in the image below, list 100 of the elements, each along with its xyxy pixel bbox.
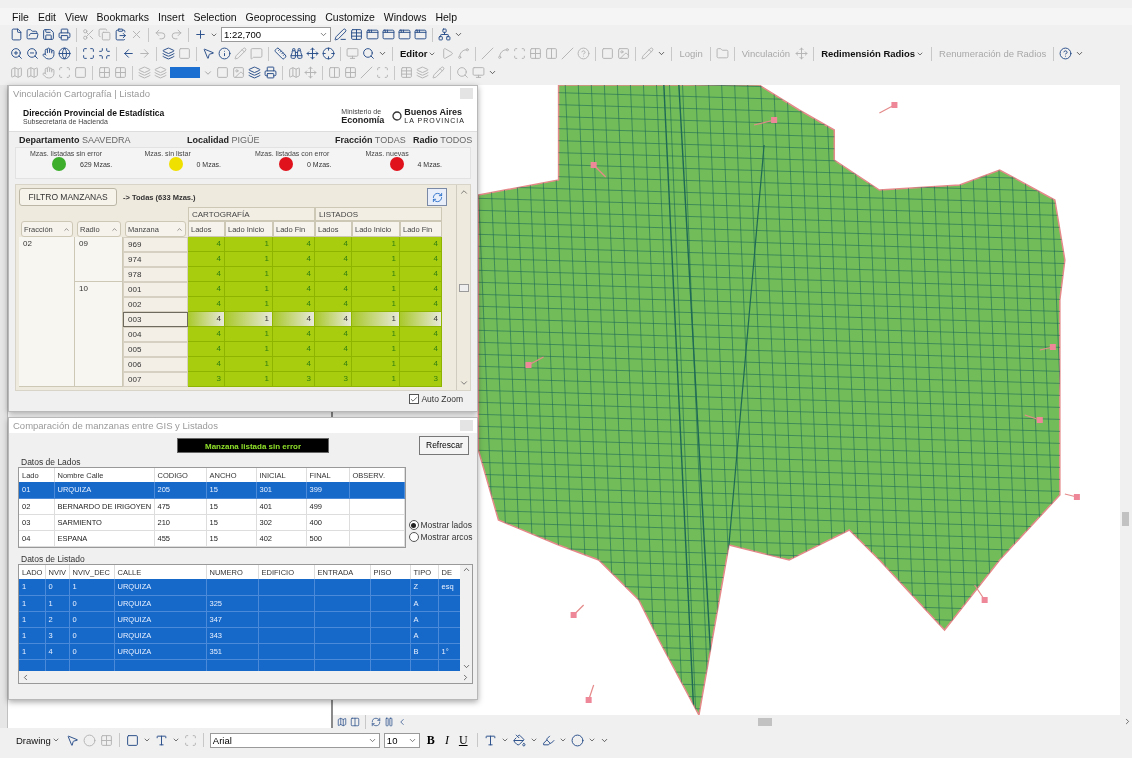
play-icon[interactable]: [441, 47, 455, 60]
toolbar-overflow-icon[interactable]: [488, 68, 497, 77]
columns-icon[interactable]: [545, 47, 559, 60]
menu-item[interactable]: Geoprocessing: [245, 10, 317, 23]
folder-icon[interactable]: [26, 28, 39, 41]
side-panel-tab[interactable]: [0, 85, 8, 728]
pointer-icon[interactable]: [65, 733, 79, 747]
printer-icon[interactable]: [264, 66, 277, 79]
checkbox[interactable]: [409, 394, 420, 404]
square-icon[interactable]: [216, 66, 229, 79]
expand-icon[interactable]: [82, 47, 95, 60]
speech-bubble-icon[interactable]: [250, 47, 263, 60]
filter-button[interactable]: FILTRO MANZANAS: [19, 188, 117, 206]
window-icon[interactable]: [366, 28, 379, 41]
color-swatch[interactable]: [170, 67, 200, 78]
scissors-icon[interactable]: [82, 28, 95, 41]
arrow-up-icon[interactable]: [461, 565, 471, 574]
window-icon[interactable]: [398, 28, 411, 41]
font-dropdown[interactable]: Arial: [209, 732, 380, 748]
table-cell[interactable]: 004: [123, 327, 188, 342]
network-icon[interactable]: [438, 28, 451, 41]
text-icon[interactable]: [154, 733, 168, 747]
pause-icon[interactable]: [384, 716, 394, 727]
plus-icon[interactable]: [194, 28, 207, 41]
arrow-down-icon[interactable]: [461, 662, 471, 671]
map-icon[interactable]: [337, 716, 347, 727]
radio-button[interactable]: [408, 520, 419, 530]
menu-item[interactable]: Insert: [158, 10, 185, 23]
toolbar-overflow-icon[interactable]: [378, 49, 387, 58]
arrow-left-icon[interactable]: [21, 672, 30, 682]
shadow-color-icon[interactable]: [570, 733, 584, 747]
move-icon[interactable]: [306, 47, 319, 60]
text-style-button[interactable]: U: [455, 732, 471, 748]
toolbar-overflow-icon[interactable]: [1075, 49, 1085, 58]
drawing-menu-button[interactable]: Drawing: [14, 734, 62, 746]
refresh-button[interactable]: Refrescar: [419, 435, 469, 455]
arrow-up-icon[interactable]: [458, 187, 469, 197]
caret-icon[interactable]: [142, 736, 151, 744]
table-cell[interactable]: 978: [123, 267, 188, 282]
menu-item[interactable]: Bookmarks: [96, 10, 150, 23]
line-icon[interactable]: [360, 66, 373, 79]
table-cell[interactable]: 002: [123, 297, 188, 312]
collapse-icon[interactable]: [98, 47, 111, 60]
radio-button[interactable]: [408, 532, 419, 542]
toolbar-overflow-icon[interactable]: [454, 30, 463, 39]
clipboard-icon[interactable]: [114, 28, 127, 41]
zoom-out-icon[interactable]: [26, 47, 39, 60]
grid-icon[interactable]: [344, 66, 357, 79]
font-size-dropdown[interactable]: 10: [383, 732, 420, 748]
menu-item[interactable]: Customize: [325, 10, 375, 23]
scan-icon[interactable]: [513, 47, 527, 60]
table-cell[interactable]: 003: [123, 312, 188, 327]
grid-icon[interactable]: [529, 47, 543, 60]
toolbar-button[interactable]: Editor: [398, 48, 439, 59]
line-icon[interactable]: [481, 47, 495, 60]
help-icon[interactable]: [1059, 47, 1073, 60]
refresh-icon[interactable]: [371, 716, 381, 727]
image-icon[interactable]: [617, 47, 631, 60]
font-color-icon[interactable]: [483, 733, 497, 747]
arrow-right-icon[interactable]: [1123, 717, 1132, 726]
square-icon[interactable]: [601, 47, 615, 60]
zoom-in-icon[interactable]: [10, 47, 23, 60]
arrow-down-icon[interactable]: [458, 378, 469, 388]
menu-item[interactable]: File: [12, 10, 29, 23]
layers-icon[interactable]: [162, 47, 175, 60]
arrow-left-icon[interactable]: [122, 47, 135, 60]
info-icon[interactable]: [218, 47, 231, 60]
auto-zoom-checkbox[interactable]: Auto Zoom: [409, 394, 463, 404]
save-icon[interactable]: [42, 28, 55, 41]
caret-icon[interactable]: [500, 736, 509, 744]
scrollbar[interactable]: [460, 565, 472, 671]
grid-icon[interactable]: [114, 66, 127, 79]
globe-icon[interactable]: [58, 47, 71, 60]
menu-item[interactable]: Selection: [193, 10, 237, 23]
arrow-right-icon[interactable]: [461, 672, 470, 682]
table-icon[interactable]: [350, 28, 363, 41]
text-style-button[interactable]: I: [441, 732, 452, 748]
ruler-icon[interactable]: [274, 47, 287, 60]
table-cell[interactable]: 969: [123, 237, 188, 252]
printer-icon[interactable]: [58, 28, 71, 41]
table-cell[interactable]: 001: [123, 282, 188, 297]
radio-option[interactable]: Mostrar arcos: [408, 532, 473, 542]
search-icon[interactable]: [362, 47, 375, 60]
scrollbar[interactable]: [19, 671, 472, 683]
refresh-button[interactable]: [427, 188, 447, 206]
rectangle-icon[interactable]: [125, 733, 139, 747]
text-style-button[interactable]: B: [423, 732, 438, 748]
table-cell[interactable]: 007: [123, 372, 188, 387]
scrollbar-thumb[interactable]: [458, 283, 469, 292]
scan-icon[interactable]: [58, 66, 71, 79]
radio-option[interactable]: Mostrar lados: [408, 520, 473, 530]
menu-item[interactable]: Edit: [37, 10, 56, 23]
hand-icon[interactable]: [42, 47, 55, 60]
document-icon[interactable]: [10, 28, 23, 41]
menu-item[interactable]: View: [65, 10, 88, 23]
menu-item[interactable]: Windows: [383, 10, 427, 23]
toolbar-button[interactable]: Redimensión Radios: [819, 48, 927, 59]
pointer-icon[interactable]: [202, 47, 215, 60]
square-icon[interactable]: [74, 66, 87, 79]
columns-icon[interactable]: [328, 66, 341, 79]
